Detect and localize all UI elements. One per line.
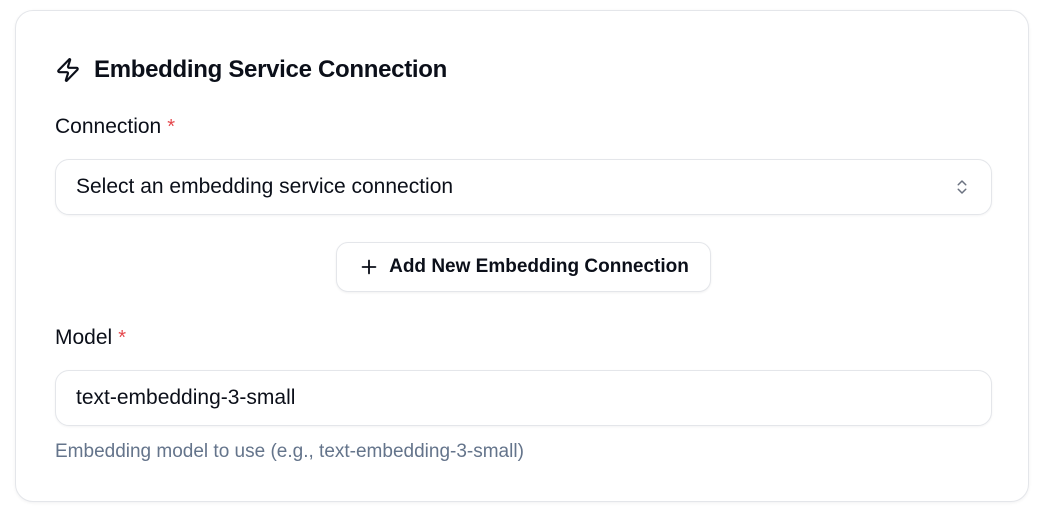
embedding-service-card: Embedding Service Connection Connection *… (15, 10, 1029, 502)
model-label: Model * (55, 326, 126, 350)
model-label-text: Model (55, 326, 113, 349)
add-embedding-connection-button[interactable]: Add New Embedding Connection (336, 242, 711, 292)
connection-select-value: Select an embedding service connection (76, 175, 454, 198)
required-mark: * (118, 327, 126, 349)
plus-icon (358, 256, 380, 278)
add-button-label: Add New Embedding Connection (389, 256, 689, 277)
model-input[interactable] (55, 370, 992, 426)
card-title: Embedding Service Connection (94, 56, 447, 83)
card-header: Embedding Service Connection (55, 55, 447, 85)
connection-select[interactable]: Select an embedding service connection (55, 159, 992, 215)
model-helper-text: Embedding model to use (e.g., text-embed… (55, 441, 524, 462)
zap-icon (55, 57, 81, 83)
required-mark: * (167, 116, 176, 138)
chevron-up-down-icon (953, 178, 971, 196)
connection-label: Connection * (55, 115, 175, 139)
connection-label-text: Connection (55, 115, 162, 138)
